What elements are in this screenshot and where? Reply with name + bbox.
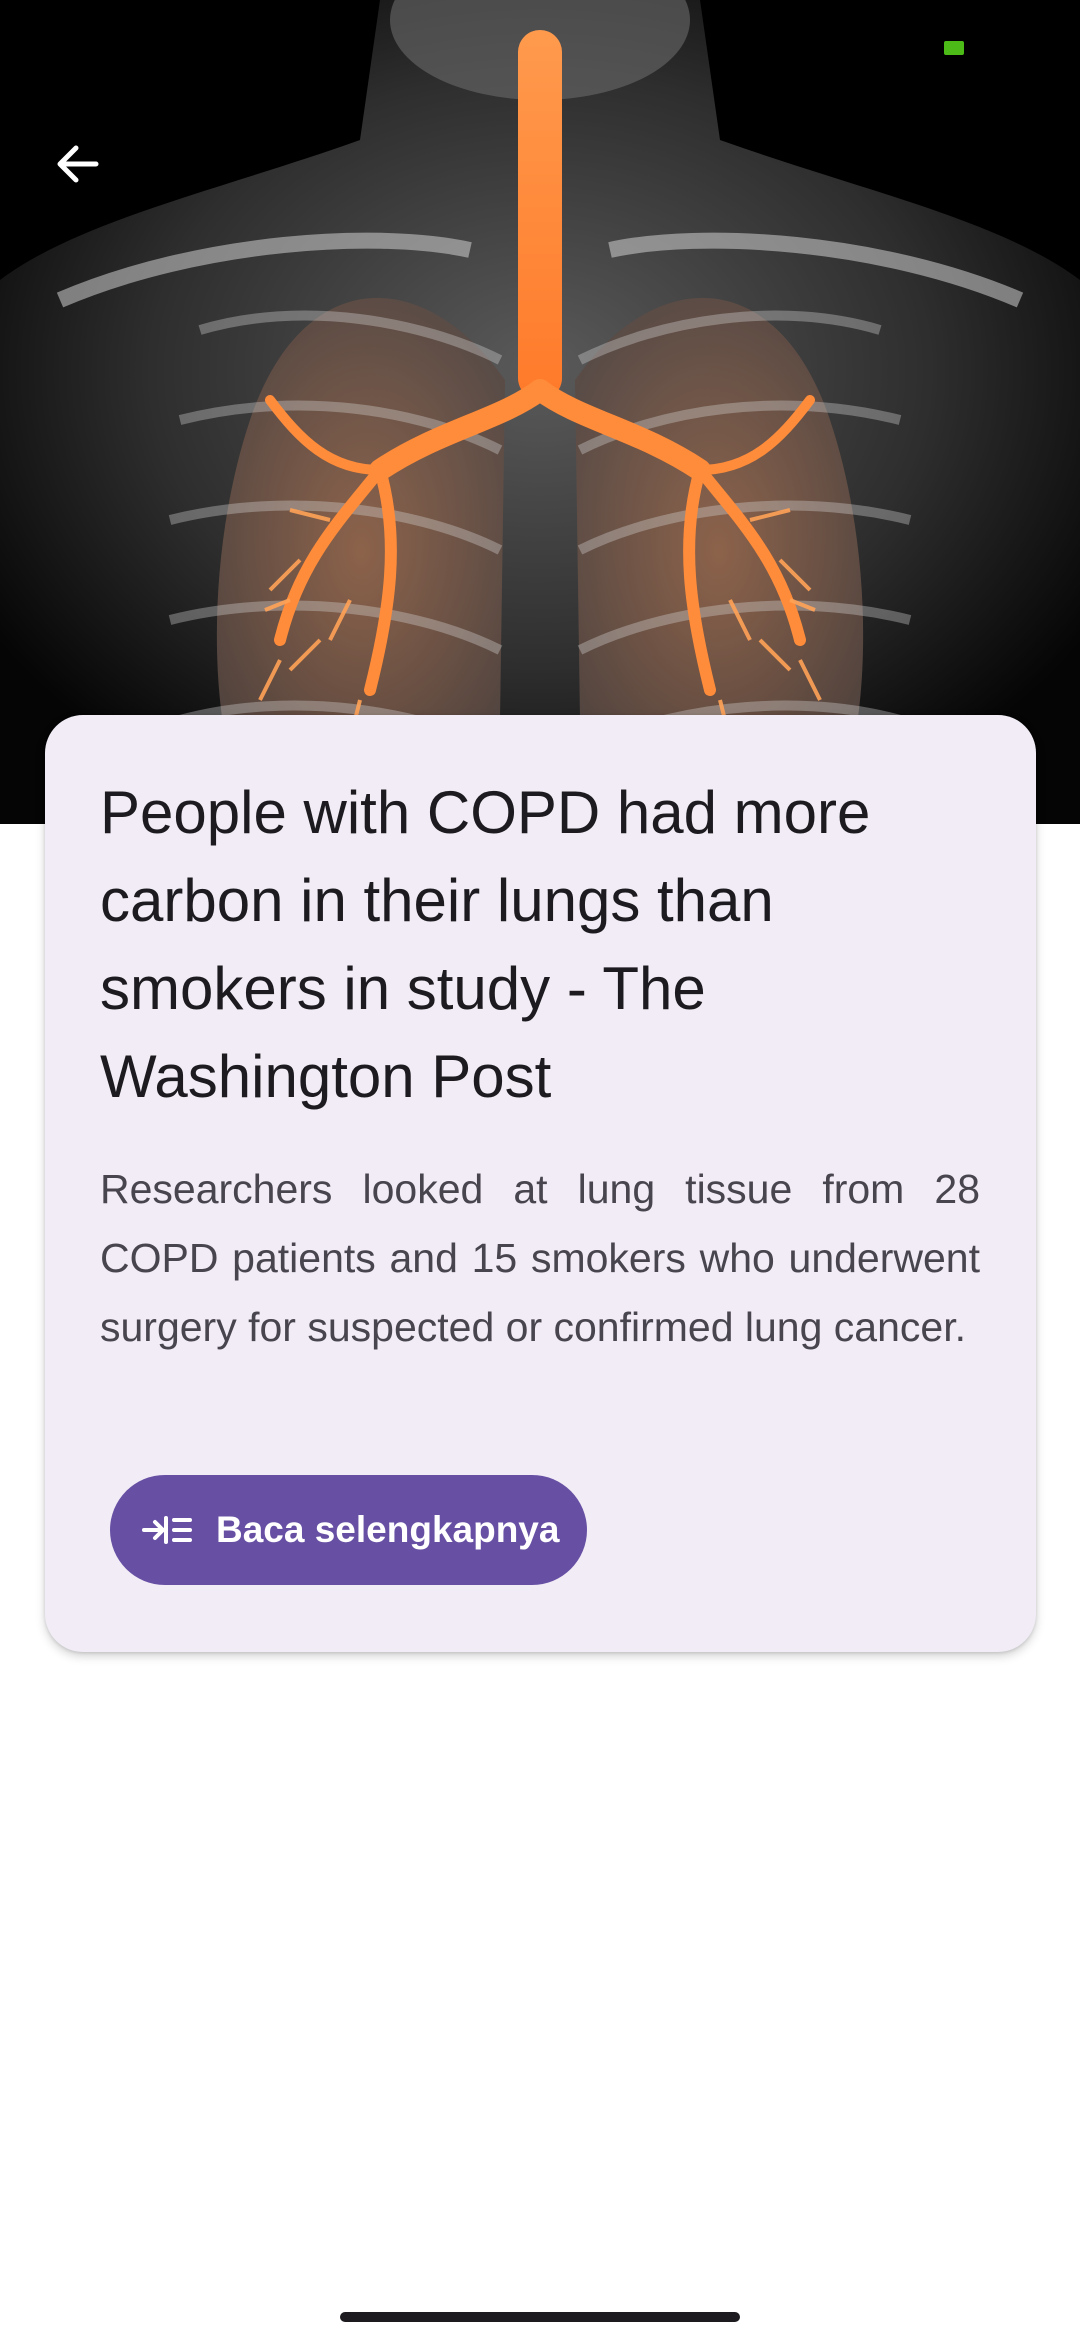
arrow-left-icon: [57, 145, 99, 183]
battery-icon: [944, 41, 964, 55]
hero-image: [0, 0, 1080, 824]
home-indicator[interactable]: [340, 2312, 740, 2322]
read-more-icon: [142, 1510, 192, 1550]
read-more-button[interactable]: Baca selengkapnya: [110, 1475, 587, 1585]
back-button[interactable]: [40, 126, 116, 202]
article-title: People with COPD had more carbon in thei…: [100, 779, 871, 1110]
article-summary: Researchers looked at lung tissue from 2…: [100, 1166, 980, 1350]
article-card: People with COPD had more carbon in thei…: [45, 715, 1036, 1652]
read-more-label: Baca selengkapnya: [216, 1509, 560, 1550]
article-detail-screen: People with COPD had more carbon in thei…: [0, 0, 1080, 2340]
